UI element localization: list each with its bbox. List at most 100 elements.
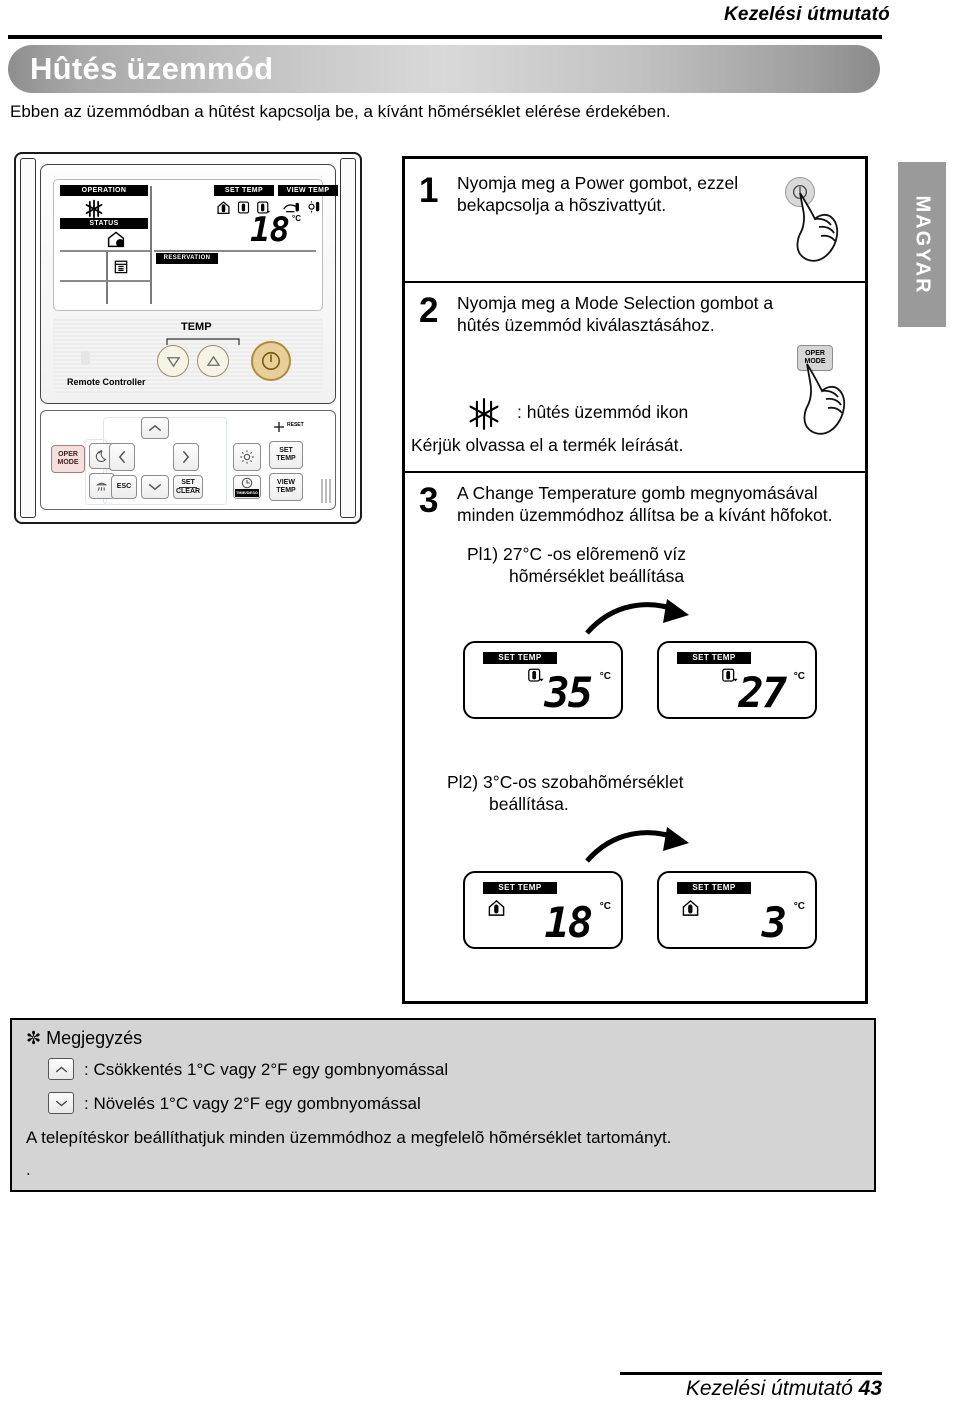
lcd-view-temp-tag: VIEW TEMP [278,185,338,196]
temp-up-button[interactable] [197,345,229,377]
set-temp-tag: SET TEMP [483,652,557,664]
remote-right-rail [340,158,356,518]
oper-mode-label-2: MODE [57,459,79,466]
footer: Kezelési útmutató 43 [560,1377,882,1401]
remote-keypad: OPER MODE ESC SET CLEAR TIME/DESG SET TE… [40,410,336,510]
step-3-number: 3 [419,481,439,520]
set-clear-button[interactable]: SET CLEAR [173,475,203,499]
set-temp-tag: SET TEMP [677,882,751,894]
set-temp-tag: SET TEMP [677,652,751,664]
example-1-from-display: SET TEMP 35 °C [463,641,623,719]
intro-text: Ebben az üzemmódban a hûtést kapcsolja b… [10,102,671,121]
chevron-up-icon [149,424,161,431]
example-2-label-2: beállítása. [489,794,569,814]
example-1-from-unit: °C [599,671,611,682]
transition-arrow-icon [585,599,689,635]
remote-controller-illustration: OPERATION STATUS RESERVATION SET TEMP VI… [14,152,362,524]
step-divider-2 [405,471,865,473]
nav-down-button[interactable] [141,475,169,499]
esc-button[interactable]: ESC [111,475,137,499]
lcd-temp-unit: °C [292,214,301,223]
lcd-temp-value: 18 [250,210,290,250]
set-clear-label-2: CLEAR [175,487,201,495]
lcd-reservation-tag: RESERVATION [156,253,218,264]
step-1-line-2: bekapcsolja a hõszivattyút. [457,195,667,215]
time-desg-label: TIME/DESG [234,489,259,497]
example-1-to-value: 27 [738,668,787,717]
view-temp-button[interactable]: VIEW TEMP [269,473,303,501]
nav-up-button[interactable] [141,417,169,439]
example-2-from-value: 18 [544,898,593,947]
power-button[interactable] [251,341,291,381]
example-1-from-value: 35 [544,668,593,717]
note-increase-key-graphic [48,1092,74,1114]
nav-right-button[interactable] [173,443,199,471]
instruction-steps-box: 1 Nyomja meg a Power gombot, ezzel bekap… [402,156,868,1004]
example-1-label-2: hõmérséklet beállítása [509,566,685,586]
oper-mode-button[interactable]: OPER MODE [51,445,85,473]
pointing-hand-icon [803,363,846,435]
house-thermometer-icon [488,899,505,916]
notes-line-4: . [26,1160,31,1179]
view-temp-label-1: VIEW [277,479,295,486]
temp-down-button[interactable] [157,345,189,377]
snowflake-icon [469,398,499,430]
step-1-number: 1 [419,171,439,210]
power-icon [261,351,281,371]
notes-title: ✼ Megjegyzés [26,1028,143,1048]
set-temp-label-2: TEMP [276,455,296,462]
lcd-divider-vertical-2 [106,250,108,304]
oper-mode-label-1: OPER [58,451,78,458]
house-thermometer-icon [682,899,699,916]
esc-label: ESC [116,483,132,490]
water-out-thermometer-icon [722,668,738,682]
reset-pinhole-icon [274,422,284,432]
house-thermometer-icon [216,200,231,220]
footer-divider [620,1372,882,1375]
page-title-bar: Hûtés üzemmód [8,45,880,93]
lcd-screen: OPERATION STATUS RESERVATION SET TEMP VI… [53,179,338,311]
triangle-down-icon [166,356,180,367]
reset-label: RESET [287,422,304,428]
ir-receiver-indicator [81,351,90,365]
chevron-left-icon [118,451,125,463]
lcd-set-temp-tag: SET TEMP [214,185,274,196]
remote-brand-label: Remote Controller [67,377,146,387]
pointing-hand-icon [796,192,839,262]
view-temp-label-2: TEMP [276,487,296,494]
temp-group-label: TEMP [181,321,212,333]
header-guide-label: Kezelési útmutató [724,4,890,25]
example-2-to-display: SET TEMP 3 °C [657,871,817,949]
footer-text: Kezelési útmutató [685,1377,853,1400]
nav-left-button[interactable] [109,443,135,471]
lcd-divider-h-3 [154,250,316,252]
footer-page-number: 43 [858,1377,882,1400]
notes-line-3: A telepítéskor beállíthatjuk minden üzem… [26,1128,672,1147]
lcd-divider-h-2 [60,280,150,282]
chevron-up-icon [55,1066,67,1072]
water-out-thermometer-icon [528,668,544,682]
set-clear-label-1: SET [179,478,197,488]
step-divider-1 [405,281,865,283]
lcd-divider-h-1 [60,250,150,252]
remote-lower-face: TEMP Remote Controller [53,317,323,393]
time-desg-button[interactable]: TIME/DESG [233,475,261,499]
grip-ridges [321,479,331,503]
chevron-down-icon [55,1100,67,1106]
example-2-label-1: Pl2) 3°C-os szobahõmérséklet [447,772,684,792]
language-side-tab: MAGYAR [898,162,946,327]
gear-icon [240,450,254,464]
chevron-down-icon [149,484,161,491]
set-temp-button[interactable]: SET TEMP [269,441,303,469]
remote-face: OPERATION STATUS RESERVATION SET TEMP VI… [40,164,338,404]
header-divider [8,35,882,39]
step-3-line-2: minden üzemmódhoz állítsa be a kívánt hõ… [457,505,833,525]
step-2-note: Kérjük olvassa el a termék leírását. [411,435,684,455]
example-1-to-unit: °C [793,671,805,682]
step-2-icon-caption: : hûtés üzemmód ikon [517,402,689,422]
chevron-right-icon [183,451,190,463]
settings-button[interactable] [233,443,261,471]
moon-icon [95,449,106,462]
water-in-thermometer-icon [236,200,251,220]
note-decrease-text: : Csökkentés 1°C vagy 2°F egy gombnyomás… [84,1060,449,1079]
